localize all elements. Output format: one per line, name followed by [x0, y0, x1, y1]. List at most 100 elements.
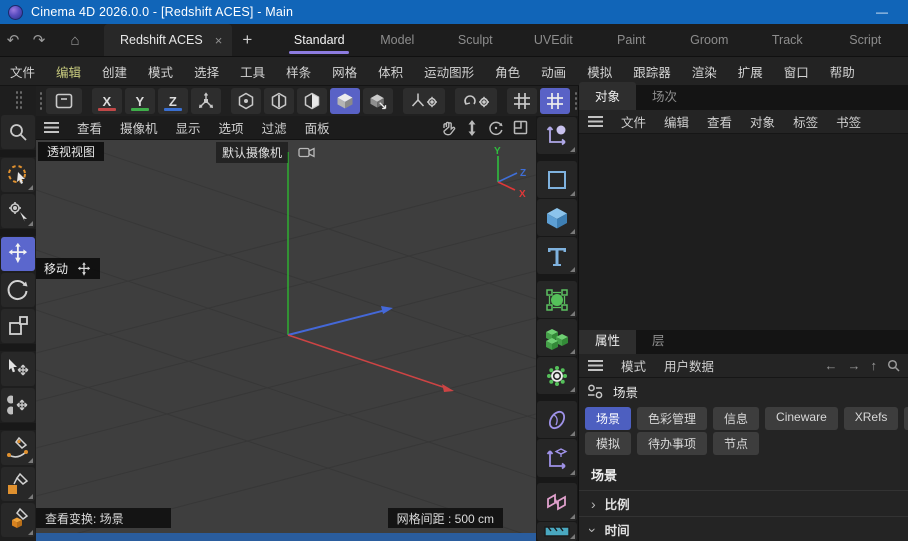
attr-tab-xrefs[interactable]: XRefs: [843, 407, 899, 430]
tab-objects[interactable]: 对象: [579, 82, 637, 110]
attr-tab-animation[interactable]: 动画: [904, 407, 908, 430]
rotate-tool-icon[interactable]: [1, 273, 35, 307]
points-mode-icon[interactable]: [230, 88, 261, 114]
model-mode-icon[interactable]: [329, 88, 360, 114]
toolbar-grip-handle[interactable]: [38, 90, 43, 112]
menu-help[interactable]: 帮助: [830, 62, 855, 81]
om-menu-bookmarks[interactable]: 书签: [836, 112, 861, 131]
cube-primitive-icon[interactable]: [537, 199, 577, 237]
grid-toggle-icon[interactable]: [507, 88, 538, 114]
am-menu-mode[interactable]: 模式: [621, 356, 646, 375]
menu-volume[interactable]: 体积: [378, 62, 403, 81]
layout-tab-sculpt[interactable]: Sculpt: [436, 24, 514, 56]
viewport-canvas[interactable]: 透视视图 默认摄像机 Y Z X 移动 查看变换: 场景 网格间距 : 500 …: [36, 140, 536, 533]
minimize-button[interactable]: —: [864, 5, 900, 19]
redo-icon[interactable]: ↷: [26, 24, 52, 56]
tab-layers[interactable]: 层: [636, 330, 681, 354]
layout-tab-paint[interactable]: Paint: [592, 24, 670, 56]
history-forward-icon[interactable]: →: [848, 358, 861, 373]
layout-tab-standard[interactable]: Standard: [280, 24, 358, 56]
layout-tab-model[interactable]: Model: [358, 24, 436, 56]
viewport-menu-filter[interactable]: 过滤: [262, 118, 287, 137]
layout-tab-script[interactable]: Script: [826, 24, 904, 56]
spline-pen-icon[interactable]: [1, 431, 35, 465]
viewport-menu-cameras[interactable]: 摄像机: [120, 118, 158, 137]
palette-grip-handle[interactable]: [13, 89, 23, 111]
menu-tracker[interactable]: 跟踪器: [633, 62, 671, 81]
view-name-label[interactable]: 透视视图: [38, 142, 105, 161]
menu-render[interactable]: 渲染: [692, 62, 717, 81]
attr-tab-cineware[interactable]: Cineware: [765, 407, 838, 430]
tab-attributes[interactable]: 属性: [579, 330, 637, 354]
viewport-menu-view[interactable]: 查看: [77, 118, 102, 137]
xpresso-node-icon[interactable]: [537, 483, 577, 521]
tab-takes[interactable]: 场次: [636, 82, 693, 110]
attr-tab-scene[interactable]: 场景: [585, 407, 632, 430]
menu-character[interactable]: 角色: [495, 62, 520, 81]
lock-z-axis-button[interactable]: Z: [157, 88, 188, 114]
menu-simulate[interactable]: 模拟: [587, 62, 612, 81]
home-icon[interactable]: ⌂: [60, 24, 90, 56]
menu-mesh[interactable]: 网格: [332, 62, 357, 81]
subdivision-surface-icon[interactable]: [537, 281, 577, 319]
close-tab-icon[interactable]: ×: [215, 33, 223, 48]
cube-primitive-pen-icon[interactable]: [1, 503, 35, 537]
polygons-mode-icon[interactable]: [296, 88, 327, 114]
viewport-menu-display[interactable]: 显示: [176, 118, 201, 137]
layout-tab-uvedit[interactable]: UVEdit: [514, 24, 592, 56]
orbit-rotate-icon[interactable]: [488, 120, 504, 136]
attribute-manager-hamburger-icon[interactable]: [588, 360, 603, 371]
attr-tab-simulation[interactable]: 模拟: [585, 432, 632, 455]
coordinate-system-icon[interactable]: [190, 88, 221, 114]
history-back-icon[interactable]: ←: [825, 358, 838, 373]
om-menu-view[interactable]: 查看: [707, 112, 732, 131]
document-tab[interactable]: Redshift ACES ×: [104, 24, 233, 56]
lock-x-axis-button[interactable]: X: [91, 88, 122, 114]
layout-tab-track[interactable]: Track: [748, 24, 826, 56]
live-selection-icon[interactable]: [1, 158, 35, 192]
spline-pen-tool-icon[interactable]: [537, 117, 577, 155]
menu-spline[interactable]: 样条: [286, 62, 311, 81]
rectangle-spline-tool-icon[interactable]: [537, 160, 577, 199]
menu-create[interactable]: 创建: [102, 62, 127, 81]
om-menu-edit[interactable]: 编辑: [664, 112, 689, 131]
search-commander-icon[interactable]: [1, 115, 35, 149]
generator-gear-icon[interactable]: [537, 357, 577, 395]
om-menu-objects[interactable]: 对象: [750, 112, 775, 131]
object-manager-hamburger-icon[interactable]: [588, 116, 603, 127]
attr-tab-color-management[interactable]: 色彩管理: [637, 407, 708, 430]
menu-select[interactable]: 选择: [194, 62, 219, 81]
menu-animate[interactable]: 动画: [541, 62, 566, 81]
camera-icon[interactable]: [298, 146, 315, 159]
move-tool-icon[interactable]: [1, 237, 35, 271]
om-menu-tags[interactable]: 标签: [793, 112, 818, 131]
layout-tab-groom[interactable]: Groom: [670, 24, 748, 56]
om-menu-file[interactable]: 文件: [621, 112, 646, 131]
search-icon[interactable]: [887, 359, 900, 372]
edges-mode-icon[interactable]: [263, 88, 294, 114]
menu-edit[interactable]: 编辑: [56, 62, 81, 81]
section-time[interactable]: › 时间: [579, 516, 908, 541]
null-axis-object-icon[interactable]: [537, 439, 577, 477]
menu-mode[interactable]: 模式: [148, 62, 173, 81]
attr-tab-todo[interactable]: 待办事项: [637, 432, 708, 455]
add-tab-button[interactable]: +: [232, 24, 262, 56]
tool-settings-gear-icon[interactable]: [1, 194, 35, 228]
object-list-empty-area[interactable]: [579, 134, 908, 330]
viewport-menu-options[interactable]: 选项: [219, 118, 244, 137]
bend-deformer-icon[interactable]: [537, 401, 577, 439]
menu-window[interactable]: 窗口: [784, 62, 809, 81]
viewport-hamburger-icon[interactable]: [44, 122, 59, 133]
menu-tools[interactable]: 工具: [240, 62, 265, 81]
go-up-icon[interactable]: ↑: [871, 358, 878, 373]
menu-extensions[interactable]: 扩展: [738, 62, 763, 81]
menu-mograph[interactable]: 运动图形: [424, 62, 474, 81]
menu-file[interactable]: 文件: [10, 62, 35, 81]
normal-move-icon[interactable]: [1, 388, 35, 422]
quantize-grid-icon[interactable]: [540, 88, 571, 114]
section-scale[interactable]: › 比例: [579, 490, 908, 516]
active-camera-label[interactable]: 默认摄像机: [216, 142, 289, 163]
text-object-icon[interactable]: [537, 237, 577, 275]
viewport-menu-panel[interactable]: 面板: [305, 118, 330, 137]
tweak-mode-icon[interactable]: [1, 352, 35, 386]
